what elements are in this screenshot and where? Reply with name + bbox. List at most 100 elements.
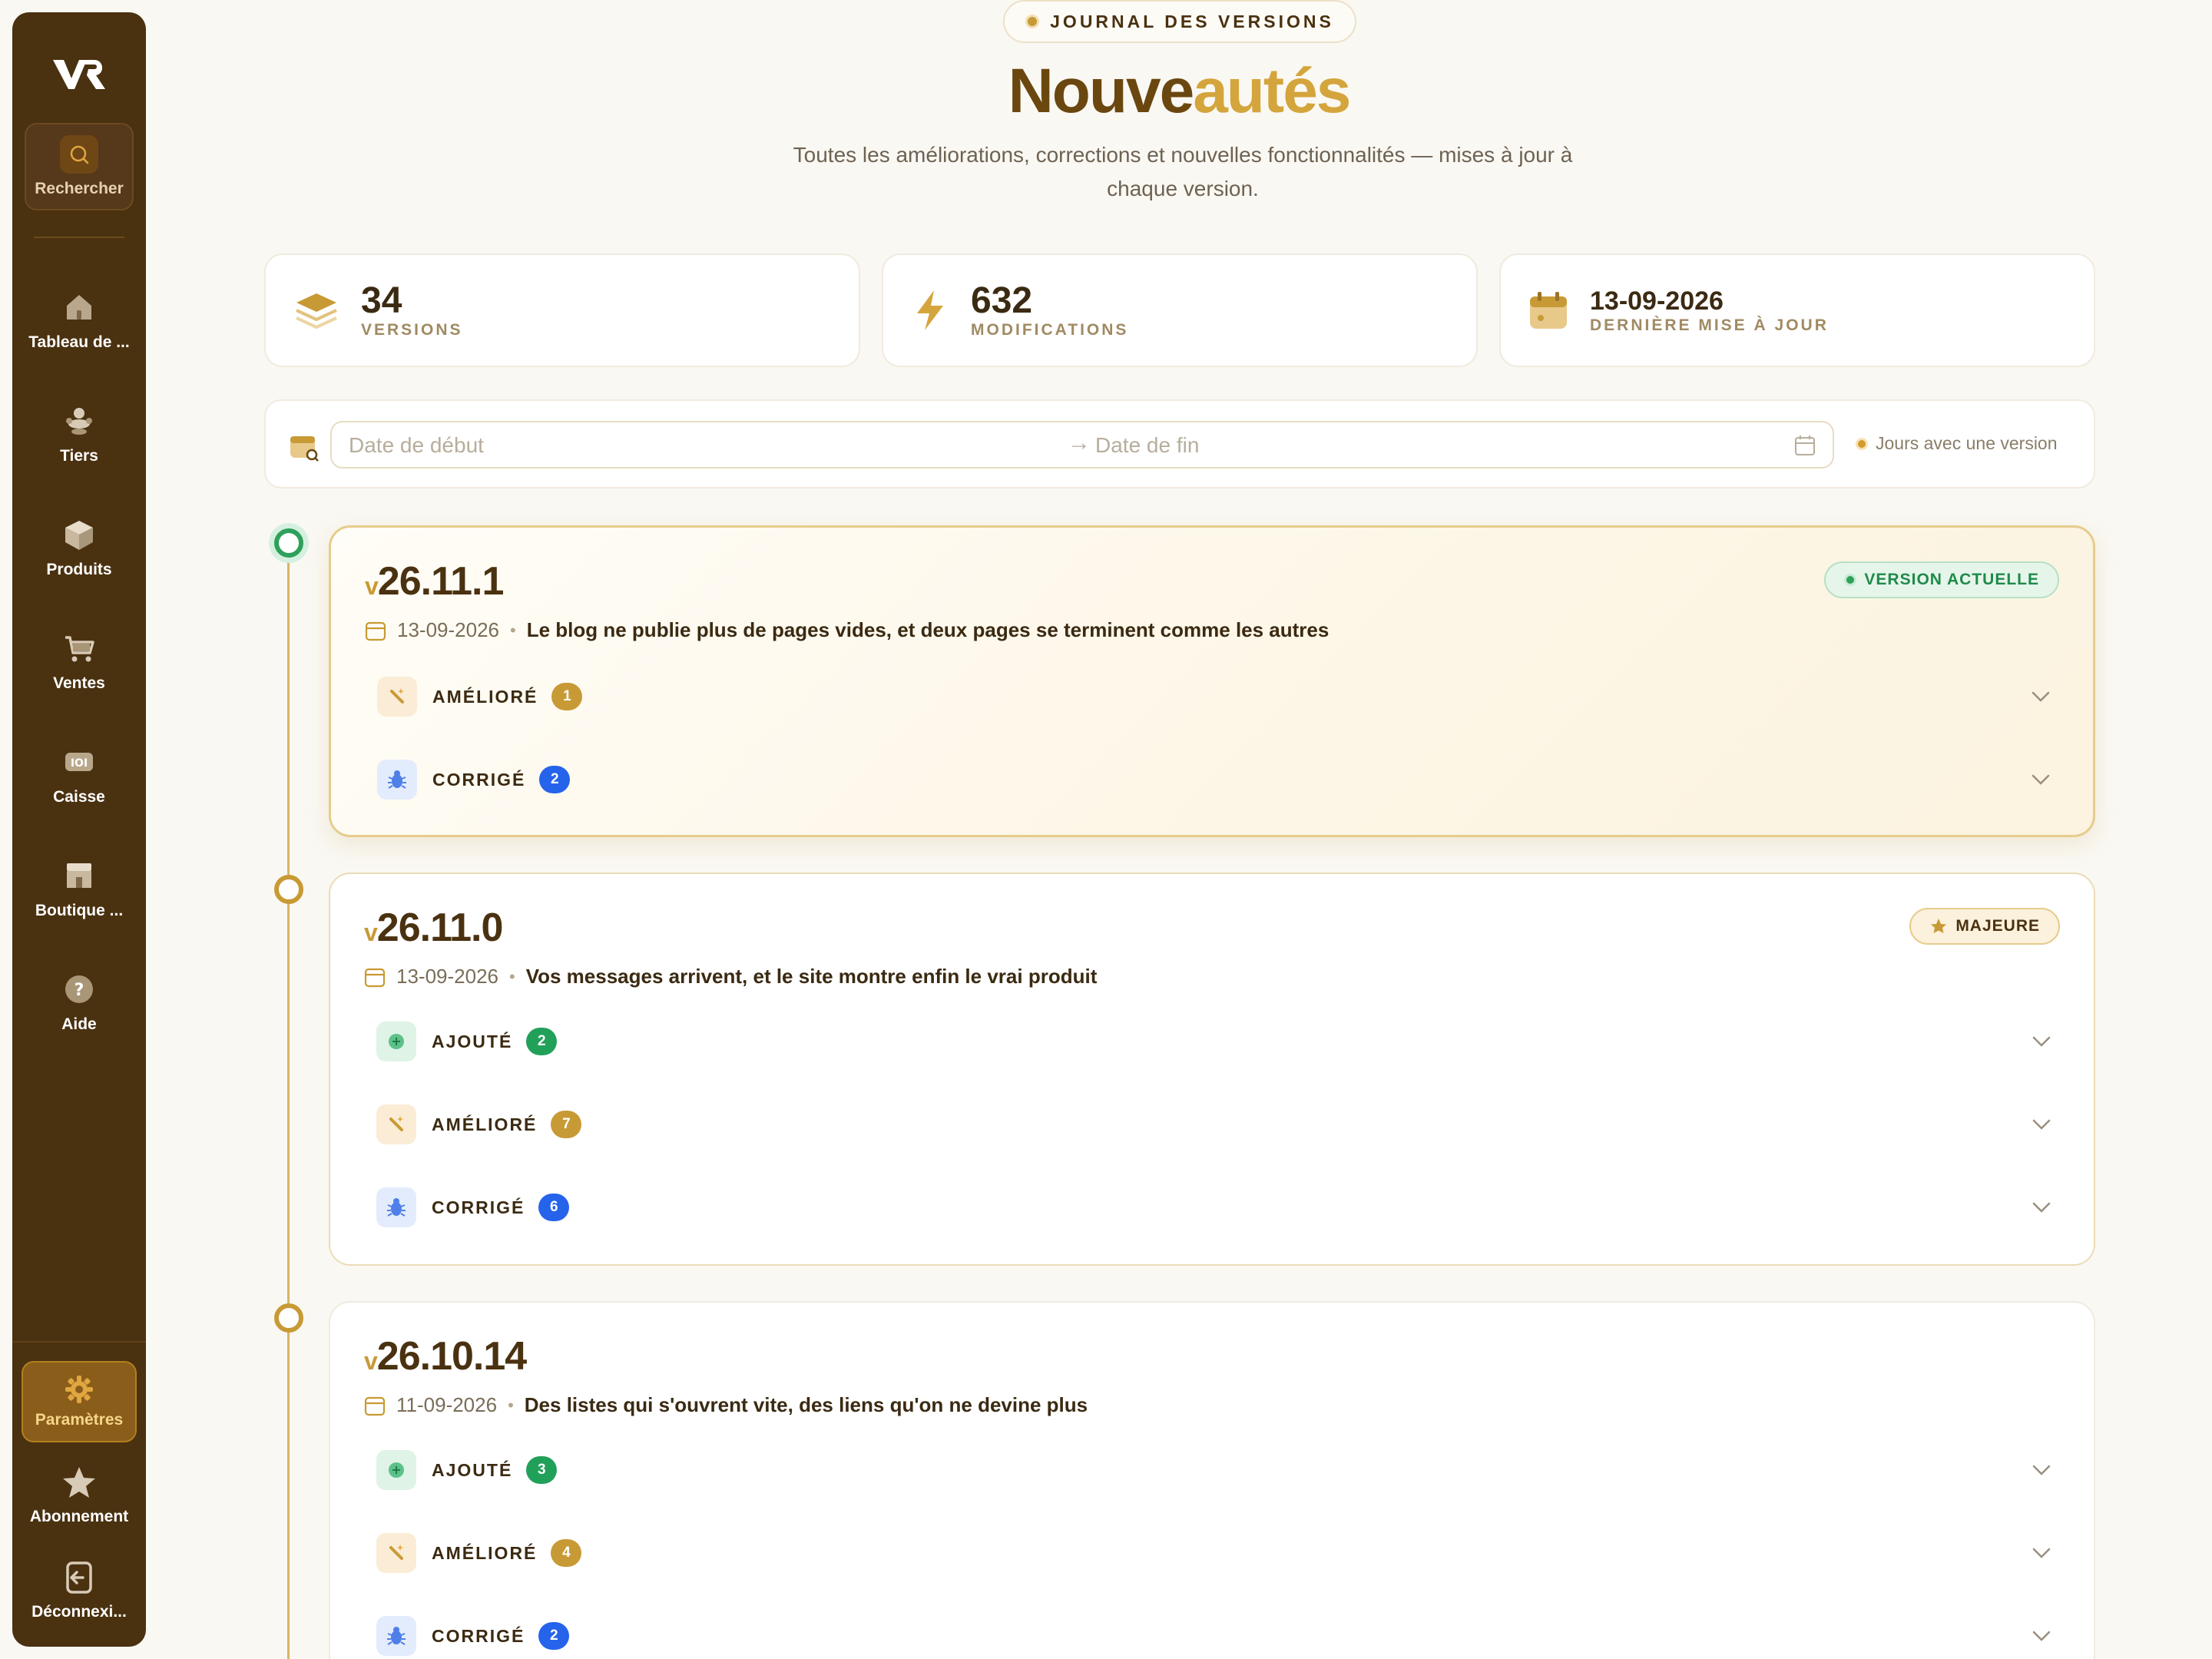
version-description: Vos messages arrivent, et le site montre… <box>525 965 1098 988</box>
change-group-improved[interactable]: AMÉLIORÉ 7 <box>376 1103 2060 1146</box>
bug-icon <box>377 760 417 800</box>
page-title-part2: autés <box>1193 56 1351 126</box>
change-label: CORRIGÉ <box>432 1625 525 1646</box>
version-meta: 11-09-2026 • Des listes qui s'ouvrent vi… <box>364 1393 1088 1417</box>
change-group-added[interactable]: AJOUTÉ 2 <box>376 1020 2060 1063</box>
version-number: 26.11.1 <box>377 559 505 604</box>
version-prefix: v <box>365 572 379 600</box>
date-range-input[interactable]: Date de début → Date de fin <box>330 421 1834 469</box>
chevron-down-icon[interactable] <box>2030 689 2051 704</box>
change-label: CORRIGÉ <box>432 1197 525 1217</box>
sidebar-item-store[interactable]: Boutique ... <box>18 833 141 946</box>
version-date: 13-09-2026 <box>396 965 498 988</box>
major-badge: MAJEURE <box>1909 908 2060 945</box>
badge-label: VERSION ACTUELLE <box>1864 571 2039 588</box>
end-date-input[interactable]: Date de fin <box>1095 433 1199 458</box>
page-title-part1: Nouve <box>1008 56 1195 126</box>
bolt-icon <box>917 290 943 330</box>
change-label: AJOUTÉ <box>432 1459 513 1480</box>
settings-button[interactable]: Paramètres <box>22 1361 137 1442</box>
sidebar-item-label: Caisse <box>53 788 105 806</box>
change-group-fixed[interactable]: CORRIGÉ 2 <box>376 1614 2060 1657</box>
sidebar-item-products[interactable]: Produits <box>18 492 141 605</box>
search-icon <box>60 135 98 174</box>
wand-icon <box>376 1104 416 1144</box>
chevron-down-icon[interactable] <box>2031 1628 2052 1644</box>
sidebar-item-dashboard[interactable]: Tableau de ... <box>18 264 141 378</box>
star-icon <box>63 1467 95 1498</box>
chevron-down-icon[interactable] <box>2031 1545 2052 1561</box>
stat-card-modifications: 632 MODIFICATIONS <box>882 253 1478 367</box>
change-group-fixed[interactable]: CORRIGÉ 2 <box>377 758 2059 801</box>
version-card: v26.10.14 11-09-2026 • Des listes qui s'… <box>329 1301 2095 1659</box>
chevron-down-icon[interactable] <box>2031 1034 2052 1049</box>
settings-label: Paramètres <box>35 1411 124 1429</box>
chevron-down-icon[interactable] <box>2031 1200 2052 1215</box>
change-count-badge: 4 <box>551 1539 582 1567</box>
stat-label: DERNIÈRE MISE À JOUR <box>1590 316 1829 334</box>
wand-icon <box>376 1533 416 1573</box>
meta-separator: • <box>508 1395 514 1415</box>
version-prefix: v <box>364 919 378 946</box>
calendar-legend: Jours avec une version <box>1856 433 2058 454</box>
timeline-node <box>274 1303 303 1333</box>
logout-button[interactable]: Déconnexi... <box>18 1548 141 1633</box>
change-label: AMÉLIORÉ <box>432 1114 538 1134</box>
change-count-badge: 2 <box>538 1622 570 1650</box>
stat-value: 632 <box>971 280 1033 321</box>
svg-text:IOI: IOI <box>71 757 88 770</box>
subscription-label: Abonnement <box>29 1508 129 1525</box>
change-label: AMÉLIORÉ <box>432 686 538 707</box>
search-button[interactable]: Rechercher <box>25 123 134 210</box>
page-subtitle: Toutes les améliorations, corrections et… <box>793 143 1573 200</box>
version-description: Le blog ne publie plus de pages vides, e… <box>526 618 1330 641</box>
subscription-button[interactable]: Abonnement <box>18 1453 141 1538</box>
legend-label: Jours avec une version <box>1876 433 2058 453</box>
sidebar-item-label: Tiers <box>60 447 98 465</box>
sidebar-item-cash[interactable]: IOI Caisse <box>18 719 141 833</box>
change-label: AJOUTÉ <box>432 1031 513 1051</box>
version-prefix: v <box>364 1347 378 1375</box>
change-group-improved[interactable]: AMÉLIORÉ 1 <box>377 675 2059 718</box>
logout-icon <box>66 1561 92 1594</box>
chevron-down-icon[interactable] <box>2031 1117 2052 1132</box>
change-group-added[interactable]: AJOUTÉ 3 <box>376 1449 2060 1492</box>
stat-value: 34 <box>361 280 402 321</box>
change-group-fixed[interactable]: CORRIGÉ 6 <box>376 1186 2060 1229</box>
timeline-line <box>287 542 290 1659</box>
badge-label: MAJEURE <box>1955 917 2040 935</box>
help-icon: ? <box>65 975 93 1003</box>
plus-circle-icon <box>376 1450 416 1490</box>
version-date: 13-09-2026 <box>397 618 499 641</box>
gear-icon <box>65 1376 93 1403</box>
timeline-node-current <box>274 528 303 558</box>
stat-card-versions: 34 VERSIONS <box>264 253 860 367</box>
sidebar-item-sales[interactable]: Ventes <box>18 605 141 719</box>
cash-register-icon: IOI <box>65 753 93 771</box>
timeline-node <box>274 875 303 904</box>
start-date-input[interactable]: Date de début <box>349 433 484 458</box>
calendar-icon[interactable] <box>1794 435 1816 456</box>
pill-label: JOURNAL DES VERSIONS <box>1050 11 1334 31</box>
logout-label: Déconnexi... <box>31 1603 127 1621</box>
sidebar-item-tiers[interactable]: Tiers <box>18 378 141 492</box>
bug-icon <box>376 1187 416 1227</box>
home-icon <box>67 295 91 320</box>
users-icon <box>66 408 92 435</box>
change-group-improved[interactable]: AMÉLIORÉ 4 <box>376 1532 2060 1575</box>
sidebar-item-help[interactable]: ? Aide <box>18 946 141 1060</box>
box-icon <box>65 521 93 550</box>
stat-value: 13-09-2026 <box>1590 286 1724 316</box>
chevron-down-icon[interactable] <box>2031 1462 2052 1478</box>
version-meta: 13-09-2026 • Le blog ne publie plus de p… <box>365 618 1329 642</box>
current-version-badge: VERSION ACTUELLE <box>1824 561 2059 598</box>
version-number: 26.10.14 <box>376 1334 527 1379</box>
cart-icon <box>65 636 94 662</box>
store-icon <box>67 863 91 888</box>
chevron-down-icon[interactable] <box>2030 772 2051 787</box>
app-logo[interactable] <box>48 43 110 104</box>
version-title: v26.11.0 <box>364 905 503 951</box>
calendar-icon <box>1530 292 1567 329</box>
calendar-icon <box>364 1396 386 1416</box>
version-title: v26.11.1 <box>365 558 505 604</box>
